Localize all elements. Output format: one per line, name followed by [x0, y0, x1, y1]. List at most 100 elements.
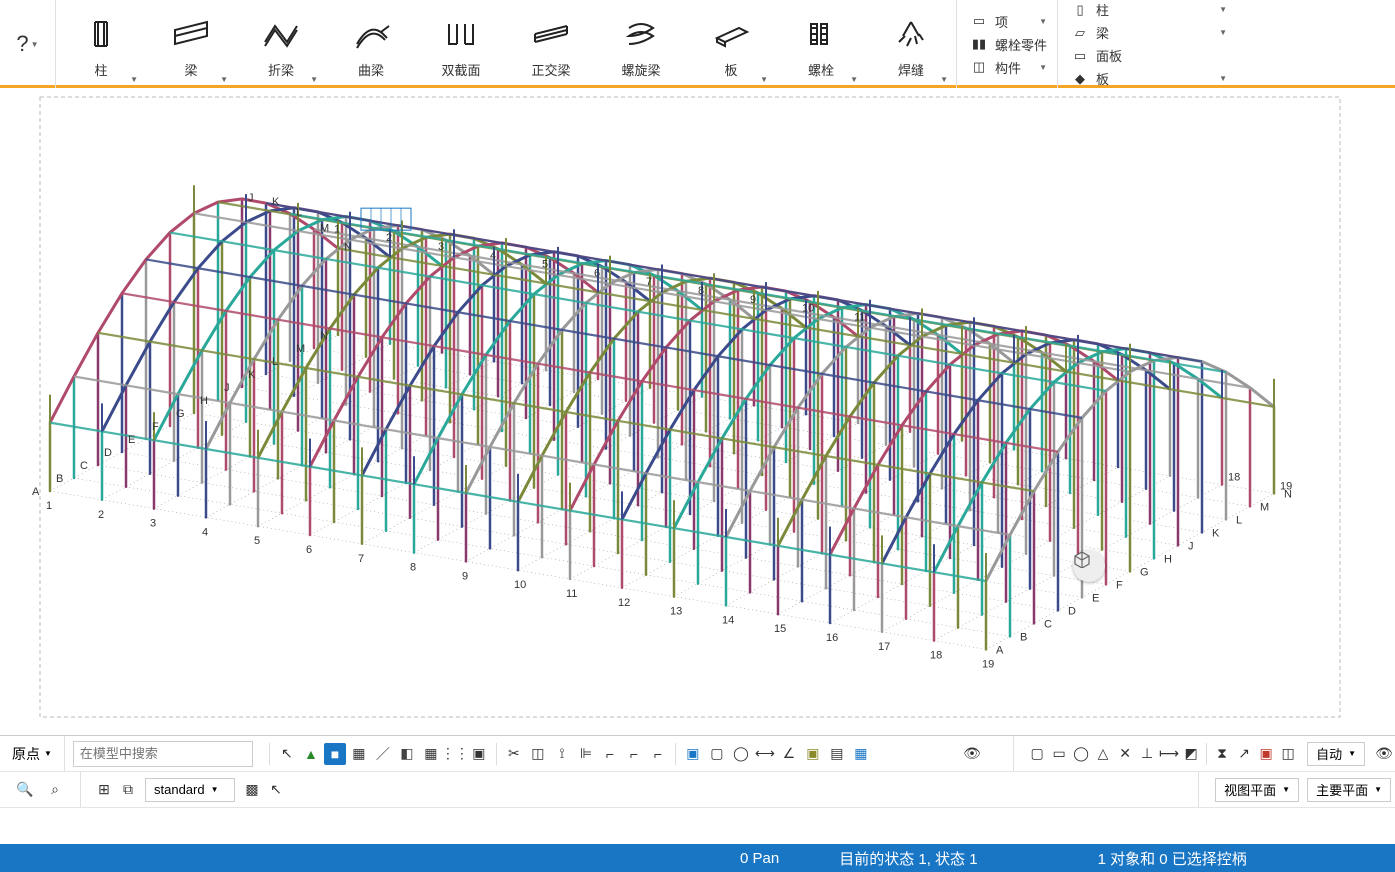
ribbon-orthobeam[interactable]: 正交梁: [506, 0, 596, 88]
svg-text:4: 4: [490, 250, 496, 262]
r-eye-icon[interactable]: 👁: [1373, 743, 1395, 765]
fill-icon[interactable]: ■: [324, 743, 346, 765]
side-item[interactable]: ▭项▼: [967, 10, 1047, 33]
r-rect-icon[interactable]: ▭: [1048, 743, 1070, 765]
r-x-icon[interactable]: ✕: [1114, 743, 1136, 765]
measure-icon[interactable]: ⟟: [551, 743, 573, 765]
box-icon[interactable]: ◧: [396, 743, 418, 765]
snap1-icon[interactable]: ⌐: [599, 743, 621, 765]
svg-text:L: L: [272, 356, 278, 368]
r-tri-icon[interactable]: △: [1092, 743, 1114, 765]
ribbon-bolt[interactable]: 螺栓▼: [776, 0, 866, 88]
side-column2[interactable]: ▯柱▼: [1068, 0, 1227, 21]
ribbon-beam[interactable]: 梁▼: [146, 0, 236, 88]
side-component[interactable]: ◫构件▼: [967, 56, 1047, 79]
beam2-icon: ▱: [1068, 25, 1092, 41]
middle-tool-icons: ↖ ▲ ■ ▦ ／ ◧ ▦ ⋮⋮ ▣ ✂ ◫ ⟟ ⊫ ⌐ ⌐ ⌐ ▣ ▢ ◯ ⟷…: [265, 743, 872, 765]
visibility-icon[interactable]: 👁: [961, 743, 983, 765]
svg-text:B: B: [56, 473, 63, 485]
svg-text:C: C: [1044, 618, 1052, 630]
ribbon-weld[interactable]: 焊缝▼: [866, 0, 956, 88]
svg-text:19: 19: [1280, 480, 1292, 492]
grid-icon[interactable]: ▦: [348, 743, 370, 765]
column-icon: [83, 10, 119, 58]
side-beam2[interactable]: ▱梁▼: [1068, 21, 1227, 44]
ribbon-column[interactable]: 柱▼: [56, 0, 146, 88]
origin-button[interactable]: 原点: [0, 736, 65, 771]
side-boltparts[interactable]: ▮▮螺栓零件: [967, 33, 1047, 56]
angle-icon[interactable]: ∠: [778, 743, 800, 765]
grid2-icon[interactable]: ⊞: [93, 779, 115, 801]
beam-icon: [171, 10, 211, 58]
svg-text:5: 5: [542, 259, 548, 271]
svg-text:7: 7: [646, 276, 652, 288]
pointer-icon[interactable]: ↖: [276, 743, 298, 765]
svg-text:M: M: [320, 222, 329, 234]
svg-text:H: H: [200, 395, 208, 407]
ribbon-plate[interactable]: 板▼: [686, 0, 776, 88]
svg-text:17: 17: [878, 641, 890, 653]
snap3-icon[interactable]: ⌐: [647, 743, 669, 765]
cursor2-icon[interactable]: ↖: [265, 779, 287, 801]
link-icon[interactable]: ⧉: [117, 779, 139, 801]
attach-icon[interactable]: ◫: [527, 743, 549, 765]
ribbon-curvedbeam[interactable]: 曲梁: [326, 0, 416, 88]
line-icon[interactable]: ／: [372, 743, 394, 765]
svg-text:8: 8: [410, 562, 416, 574]
view-cube[interactable]: [1073, 550, 1105, 582]
select-icon[interactable]: ▣: [468, 743, 490, 765]
boltparts-icon: ▮▮: [967, 36, 991, 52]
snap2-icon[interactable]: ⌐: [623, 743, 645, 765]
dim-icon[interactable]: ⟷: [754, 743, 776, 765]
r-box-icon[interactable]: ▢: [1026, 743, 1048, 765]
r-half-icon[interactable]: ◩: [1180, 743, 1202, 765]
photo-icon[interactable]: ▣: [802, 743, 824, 765]
r-perp-icon[interactable]: ⊥: [1136, 743, 1158, 765]
spiralbeam-icon: [621, 10, 661, 58]
svg-text:N: N: [320, 330, 328, 342]
svg-text:5: 5: [254, 535, 260, 547]
qr-icon[interactable]: ▦: [850, 743, 872, 765]
view2-icon[interactable]: ▢: [706, 743, 728, 765]
svg-text:A: A: [996, 644, 1004, 656]
svg-text:C: C: [80, 460, 88, 472]
svg-text:D: D: [104, 447, 112, 459]
layer-icon[interactable]: ▤: [826, 743, 848, 765]
standard-dropdown[interactable]: standard: [145, 778, 235, 802]
pattern-icon[interactable]: ▩: [241, 779, 263, 801]
cut-icon[interactable]: ✂: [503, 743, 525, 765]
svg-text:3: 3: [150, 518, 156, 530]
dots-icon[interactable]: ⋮⋮: [444, 743, 466, 765]
model-viewport[interactable]: 1234567891011121314151617181912345678910…: [0, 91, 1395, 732]
r-target-icon[interactable]: ▣: [1255, 743, 1277, 765]
r-circle-icon[interactable]: ◯: [1070, 743, 1092, 765]
ribbon-polybeam[interactable]: 折梁▼: [236, 0, 326, 88]
r-hourglass-icon[interactable]: ⧗: [1211, 743, 1233, 765]
search-icon[interactable]: 🔍: [14, 779, 36, 801]
viewplane-dropdown[interactable]: 视图平面: [1215, 778, 1299, 802]
model-search-input[interactable]: [73, 741, 253, 767]
hatch-icon[interactable]: ▦: [420, 743, 442, 765]
svg-text:1: 1: [334, 223, 340, 235]
svg-text:K: K: [1212, 527, 1220, 539]
ribbon-twinprofile[interactable]: 双截面: [416, 0, 506, 88]
auto-dropdown[interactable]: 自动: [1307, 742, 1365, 766]
r-arrow-icon[interactable]: ↗: [1233, 743, 1255, 765]
svg-text:M: M: [1260, 501, 1269, 513]
r-dim-icon[interactable]: ⟼: [1158, 743, 1180, 765]
mainplane-dropdown[interactable]: 主要平面: [1307, 778, 1391, 802]
side-plate2[interactable]: ◆板▼: [1068, 67, 1227, 90]
view1-icon[interactable]: ▣: [682, 743, 704, 765]
cube-icon: [1073, 550, 1091, 568]
status-selection: 1 对象和 0 已选择控柄: [1098, 848, 1247, 869]
svg-text:1: 1: [46, 500, 52, 512]
align-icon[interactable]: ⊫: [575, 743, 597, 765]
tree-icon[interactable]: ▲: [300, 743, 322, 765]
circle-icon[interactable]: ◯: [730, 743, 752, 765]
side-panel[interactable]: ▭面板: [1068, 44, 1227, 67]
inspect-icon[interactable]: ⌕: [44, 779, 66, 801]
ribbon-spiralbeam[interactable]: 螺旋梁: [596, 0, 686, 88]
r-cube-icon[interactable]: ◫: [1277, 743, 1299, 765]
status-state: 目前的状态 1, 状态 1: [839, 848, 977, 869]
help-button[interactable]: ?: [0, 0, 56, 88]
